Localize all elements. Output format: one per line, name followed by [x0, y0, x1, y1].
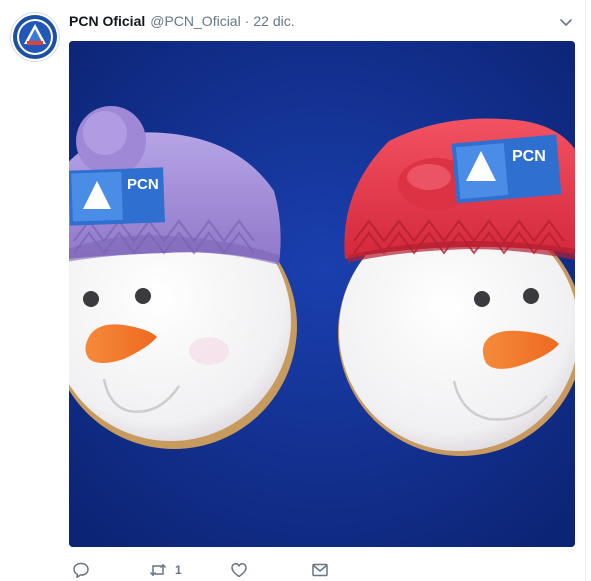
like-button[interactable] [230, 560, 256, 580]
tweet-actions: 1 [69, 560, 369, 580]
left-cookie-label: PCN [127, 176, 159, 193]
chevron-down-icon[interactable] [558, 14, 574, 30]
right-cookie: PCN [338, 118, 575, 456]
column-divider [585, 0, 586, 581]
pcn-logo-icon [13, 15, 57, 59]
tweet: PCN Oficial @PCN_Oficial · 22 dic. PCN P… [0, 0, 591, 581]
tweet-photo[interactable]: PCN PCN [69, 41, 575, 547]
avatar[interactable] [10, 12, 60, 62]
retweet-button[interactable]: 1 [149, 560, 182, 580]
reply-icon [72, 561, 90, 579]
separator: · [244, 13, 250, 29]
user-handle[interactable]: @PCN_Oficial [150, 13, 240, 29]
direct-message-button[interactable] [311, 560, 329, 580]
retweet-icon [149, 561, 167, 579]
envelope-icon [311, 561, 329, 579]
display-name[interactable]: PCN Oficial [69, 13, 145, 29]
tweet-header: PCN Oficial @PCN_Oficial · 22 dic. [69, 13, 295, 33]
tweet-date[interactable]: 22 dic. [253, 13, 294, 29]
heart-icon [230, 561, 248, 579]
right-cookie-label: PCN [512, 148, 546, 165]
retweet-count: 1 [175, 563, 182, 577]
reply-button[interactable] [72, 560, 98, 580]
